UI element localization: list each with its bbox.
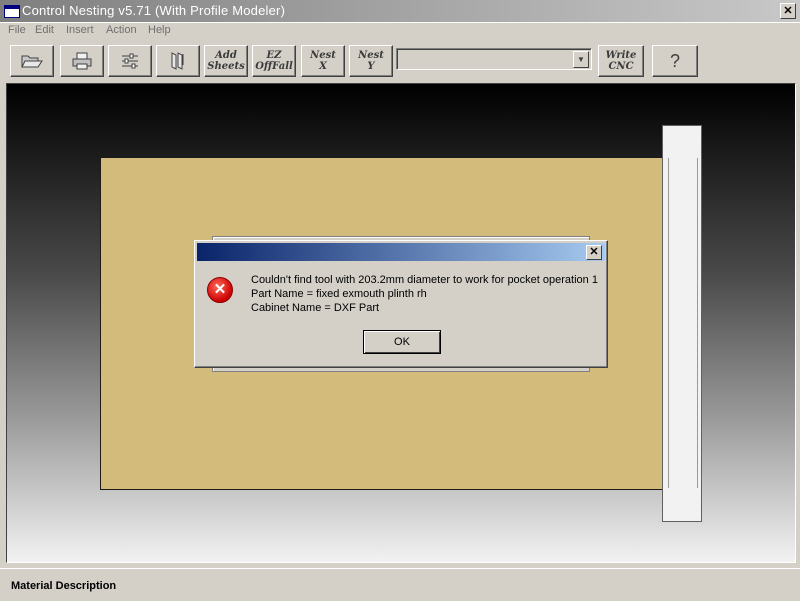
open-button[interactable]: [10, 45, 54, 77]
title-bar: Control Nesting v5.71 (With Profile Mode…: [0, 0, 800, 23]
material-description-label: Material Description: [11, 580, 117, 592]
parts-icon: [171, 52, 184, 70]
settings-button[interactable]: [108, 45, 152, 77]
app-icon: [4, 5, 20, 18]
parts-button[interactable]: [156, 45, 200, 77]
dialog-title-bar: ✕: [197, 243, 605, 261]
menu-insert[interactable]: Insert: [66, 24, 94, 36]
error-icon: ✕: [207, 277, 233, 303]
help-button[interactable]: ?: [652, 45, 698, 77]
write-cnc-button[interactable]: Write CNC: [598, 45, 644, 77]
message-line-2: Part Name = fixed exmouth plinth rh: [251, 288, 427, 300]
printer-icon: [72, 52, 92, 70]
message-line-3: Cabinet Name = DXF Part: [251, 302, 380, 314]
message-line-1: Couldn't find tool with 203.2mm diameter…: [251, 274, 598, 286]
print-button[interactable]: [60, 45, 104, 77]
ok-button[interactable]: OK: [363, 330, 441, 354]
close-icon[interactable]: ✕: [780, 3, 796, 19]
error-dialog: ✕ ✕ Couldn't find tool with 203.2mm diam…: [194, 240, 608, 368]
nest-x-button[interactable]: Nest X: [301, 45, 345, 77]
close-icon[interactable]: ✕: [586, 245, 602, 260]
window-title: Control Nesting v5.71 (With Profile Mode…: [22, 3, 286, 18]
menu-file[interactable]: File: [8, 24, 26, 36]
menu-edit[interactable]: Edit: [35, 24, 54, 36]
nest-y-button[interactable]: Nest Y: [349, 45, 393, 77]
chevron-down-icon[interactable]: ▼: [573, 51, 589, 68]
toolbar: Add Sheets EZ OffFall Nest X Nest Y ▼ Wr…: [0, 41, 800, 79]
menu-action[interactable]: Action: [106, 24, 137, 36]
nested-part[interactable]: [662, 125, 702, 522]
ez-offfall-button[interactable]: EZ OffFall: [252, 45, 296, 77]
menu-help[interactable]: Help: [148, 24, 171, 36]
add-sheets-button[interactable]: Add Sheets: [204, 45, 248, 77]
folder-open-icon: [21, 55, 43, 68]
menu-bar: File Edit Insert Action Help: [0, 22, 800, 40]
sheet-select[interactable]: ▼: [396, 48, 592, 70]
status-bar: Material Description: [0, 568, 800, 601]
settings-sliders-icon: [122, 53, 138, 69]
